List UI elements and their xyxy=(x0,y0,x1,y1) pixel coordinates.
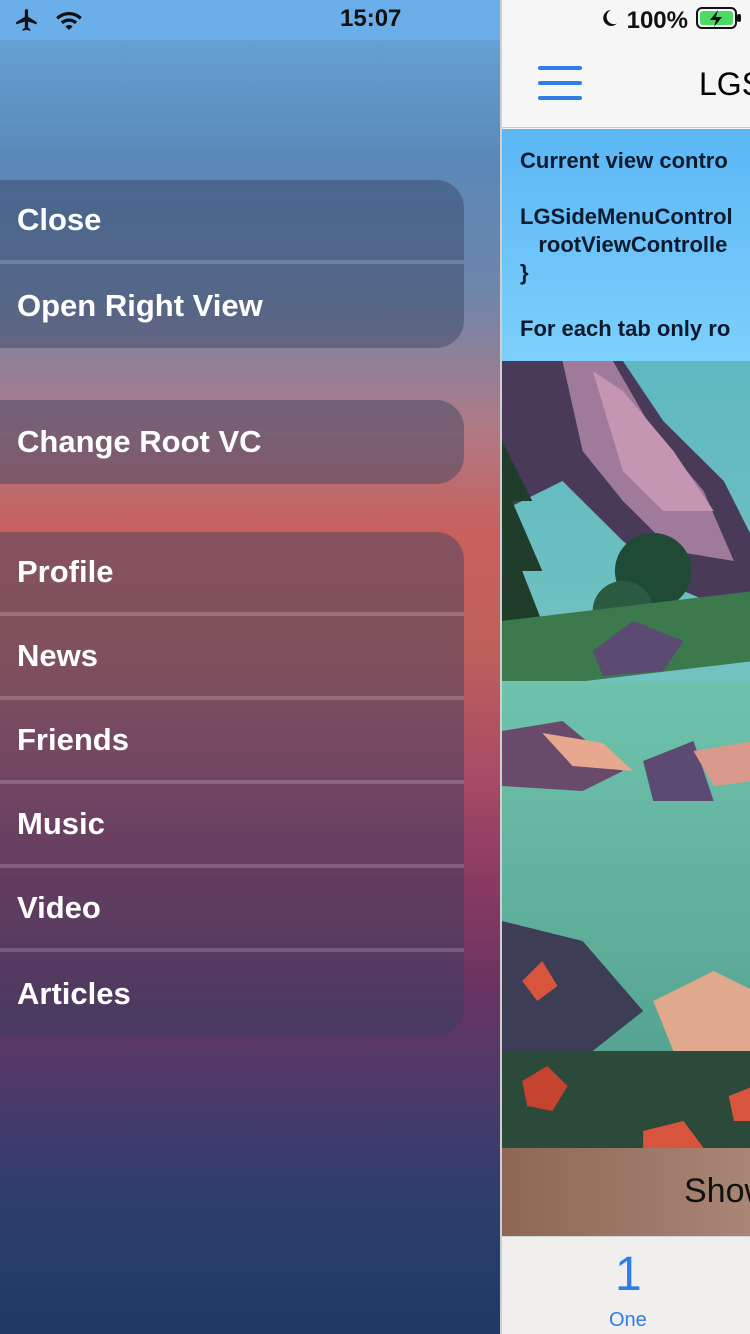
tab-bar: 1 One xyxy=(502,1236,750,1334)
menu-item-friends[interactable]: Friends xyxy=(0,700,464,784)
menu-item-music[interactable]: Music xyxy=(0,784,464,868)
info-text-box: Current view contro LGSideMenuControl ro… xyxy=(502,129,750,361)
menu-item-articles[interactable]: Articles xyxy=(0,952,464,1036)
wifi-icon xyxy=(54,8,84,37)
landscape-image xyxy=(502,361,750,1148)
show-button-label: Show xyxy=(684,1172,750,1210)
menu-item-open-right-view[interactable]: Open Right View xyxy=(0,264,464,348)
info-line: For each tab only ro xyxy=(520,316,731,341)
battery-charging-icon xyxy=(696,6,742,35)
navigation-bar: LGS xyxy=(502,40,750,128)
moon-icon xyxy=(599,8,619,33)
hamburger-menu-icon[interactable] xyxy=(538,66,582,100)
menu-item-profile[interactable]: Profile xyxy=(0,532,464,616)
info-line: rootViewControlle xyxy=(520,232,728,257)
menu-group-sections: Profile News Friends Music Video Article… xyxy=(0,532,464,1036)
tab-one-label[interactable]: One xyxy=(609,1309,647,1332)
status-time: 15:07 xyxy=(340,5,402,32)
info-line: Current view contro xyxy=(520,148,728,173)
info-line: } xyxy=(520,260,529,285)
battery-percent: 100% xyxy=(626,6,688,34)
status-bar-left: 15:07 xyxy=(0,0,500,40)
airplane-icon xyxy=(14,7,40,38)
show-button[interactable]: Show xyxy=(502,1148,750,1236)
side-menu: Close Open Right View Change Root VC Pro… xyxy=(0,0,500,1334)
info-line: LGSideMenuControl xyxy=(520,204,733,229)
menu-item-news[interactable]: News xyxy=(0,616,464,700)
menu-item-video[interactable]: Video xyxy=(0,868,464,952)
menu-group-root: Change Root VC xyxy=(0,400,464,484)
status-bar-right: 100% xyxy=(502,0,750,40)
menu-item-change-root-vc[interactable]: Change Root VC xyxy=(0,400,464,484)
menu-item-close[interactable]: Close xyxy=(0,180,464,264)
nav-title: LGS xyxy=(699,66,750,102)
menu-group-actions: Close Open Right View xyxy=(0,180,464,348)
tab-one-icon[interactable]: 1 xyxy=(615,1247,642,1302)
main-content: 100% LGS Current view contro LGSideMenuC… xyxy=(500,0,750,1334)
